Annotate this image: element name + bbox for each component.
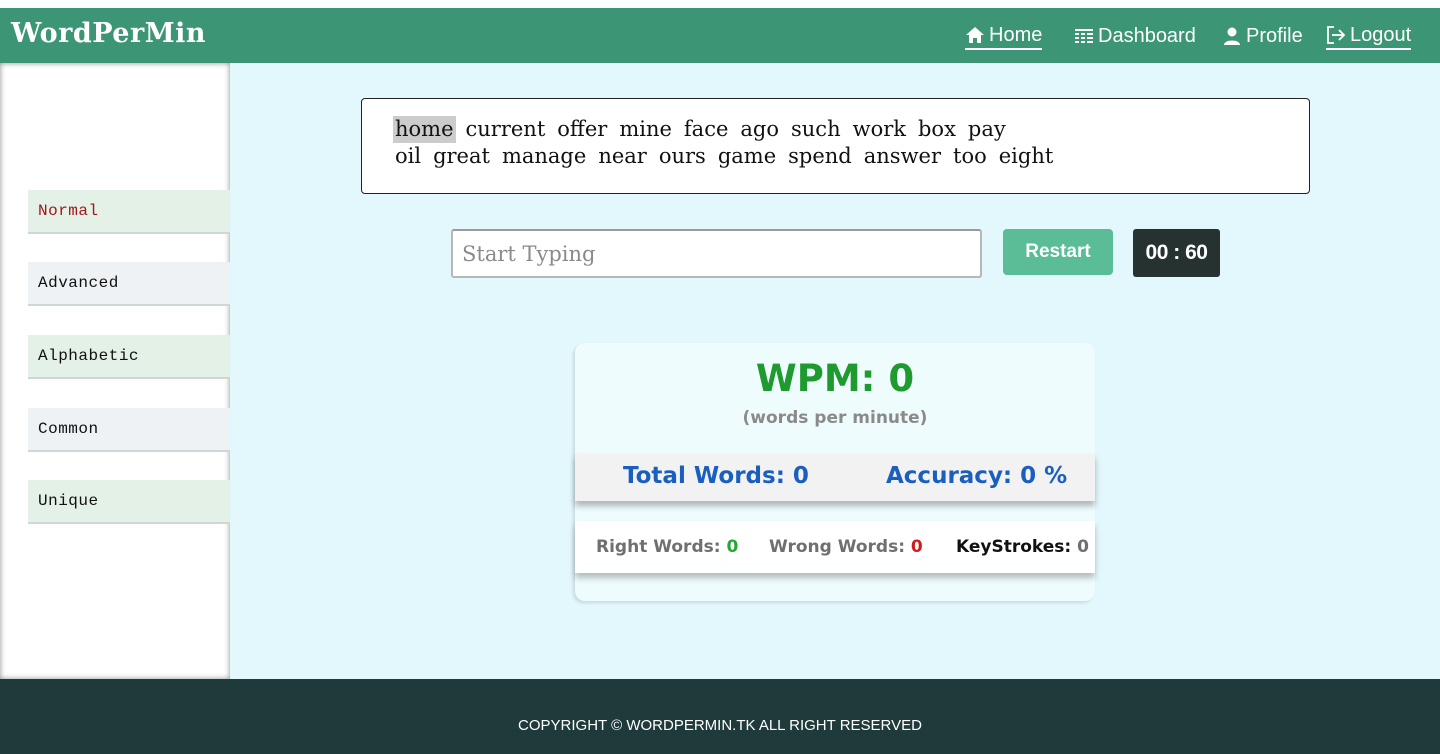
footer: COPYRIGHT © WORDPERMIN.TK ALL RIGHT RESE… [0, 679, 1440, 754]
typing-input[interactable] [451, 229, 982, 278]
brand-logo[interactable]: WordPerMin [11, 18, 206, 49]
sidebar-item-common[interactable]: Common [28, 408, 230, 452]
sidebar: Normal Advanced Alphabetic Common Unique [0, 63, 230, 679]
keystrokes-label: KeyStrokes: [956, 537, 1078, 557]
word: answer [863, 144, 942, 168]
word: spend [788, 144, 852, 168]
totals-row: Total Words: 0 Accuracy: 0 % [575, 453, 1095, 501]
word-current: home [393, 116, 456, 143]
word: pay [967, 117, 1006, 141]
user-icon [1224, 27, 1240, 45]
sidebar-item-normal[interactable]: Normal [28, 190, 230, 234]
word-line-1: home current offer mine face ago such wo… [393, 116, 1309, 143]
wrong-words-stat: Wrong Words: 0 [769, 537, 923, 557]
total-words-stat: Total Words: 0 [623, 463, 809, 489]
accuracy-label: Accuracy: [886, 463, 1021, 489]
restart-button[interactable]: Restart [1003, 229, 1113, 275]
word: eight [998, 144, 1054, 168]
main-content: home current offer mine face ago such wo… [230, 63, 1440, 679]
nav-profile-label: Profile [1246, 24, 1303, 47]
words-display: home current offer mine face ago such wo… [361, 98, 1310, 194]
nav-dashboard-link[interactable]: Dashboard [1074, 22, 1196, 50]
nav-dashboard-label: Dashboard [1098, 24, 1196, 47]
word: game [717, 144, 777, 168]
total-words-value: 0 [792, 463, 809, 489]
right-words-value: 0 [726, 537, 739, 557]
stats-card: WPM: 0 (words per minute) Total Words: 0… [575, 343, 1095, 601]
home-icon [966, 27, 984, 43]
keystrokes-value: 0 [1077, 537, 1089, 557]
word-line-2: oil great manage near ours game spend an… [393, 143, 1309, 170]
nav-home-label: Home [989, 23, 1043, 46]
right-words-label: Right Words: [596, 537, 727, 557]
word: ago [740, 117, 779, 141]
sidebar-item-unique[interactable]: Unique [28, 480, 230, 524]
word: current [465, 117, 546, 141]
navbar: WordPerMin Home Dashboard Profile Logout [0, 8, 1440, 63]
wpm-subtitle: (words per minute) [742, 408, 928, 428]
nav-logout-label: Logout [1350, 23, 1412, 46]
nav-logout-link[interactable]: Logout [1326, 22, 1412, 50]
word: oil [395, 144, 422, 168]
detail-row: Right Words: 0 Wrong Words: 0 KeyStrokes… [575, 521, 1095, 573]
word: great [433, 144, 490, 168]
sidebar-item-advanced[interactable]: Advanced [28, 262, 230, 306]
word: face [683, 117, 729, 141]
accuracy-value: 0 % [1020, 463, 1068, 489]
right-words-stat: Right Words: 0 [596, 537, 738, 557]
keystrokes-stat: KeyStrokes: 0 [956, 537, 1089, 557]
logout-icon [1327, 26, 1346, 44]
word: work [852, 117, 906, 141]
word: manage [501, 144, 587, 168]
wpm-value: WPM: 0 [755, 357, 915, 400]
word: offer [557, 117, 608, 141]
word: ours [658, 144, 706, 168]
word: such [791, 117, 841, 141]
word: near [598, 144, 647, 168]
copyright-text: COPYRIGHT © WORDPERMIN.TK ALL RIGHT RESE… [518, 717, 922, 734]
word: box [917, 117, 956, 141]
wrong-words-value: 0 [910, 537, 923, 557]
wrong-words-label: Wrong Words: [769, 537, 911, 557]
countdown-timer: 00 : 60 [1133, 229, 1220, 277]
total-words-label: Total Words: [623, 463, 793, 489]
nav-home-link[interactable]: Home [965, 22, 1043, 50]
accuracy-stat: Accuracy: 0 % [886, 463, 1067, 489]
top-strip [0, 0, 1440, 8]
dashboard-icon [1075, 29, 1093, 43]
sidebar-item-alphabetic[interactable]: Alphabetic [28, 335, 230, 379]
word: too [953, 144, 987, 168]
word: mine [619, 117, 672, 141]
nav-profile-link[interactable]: Profile [1222, 22, 1303, 50]
